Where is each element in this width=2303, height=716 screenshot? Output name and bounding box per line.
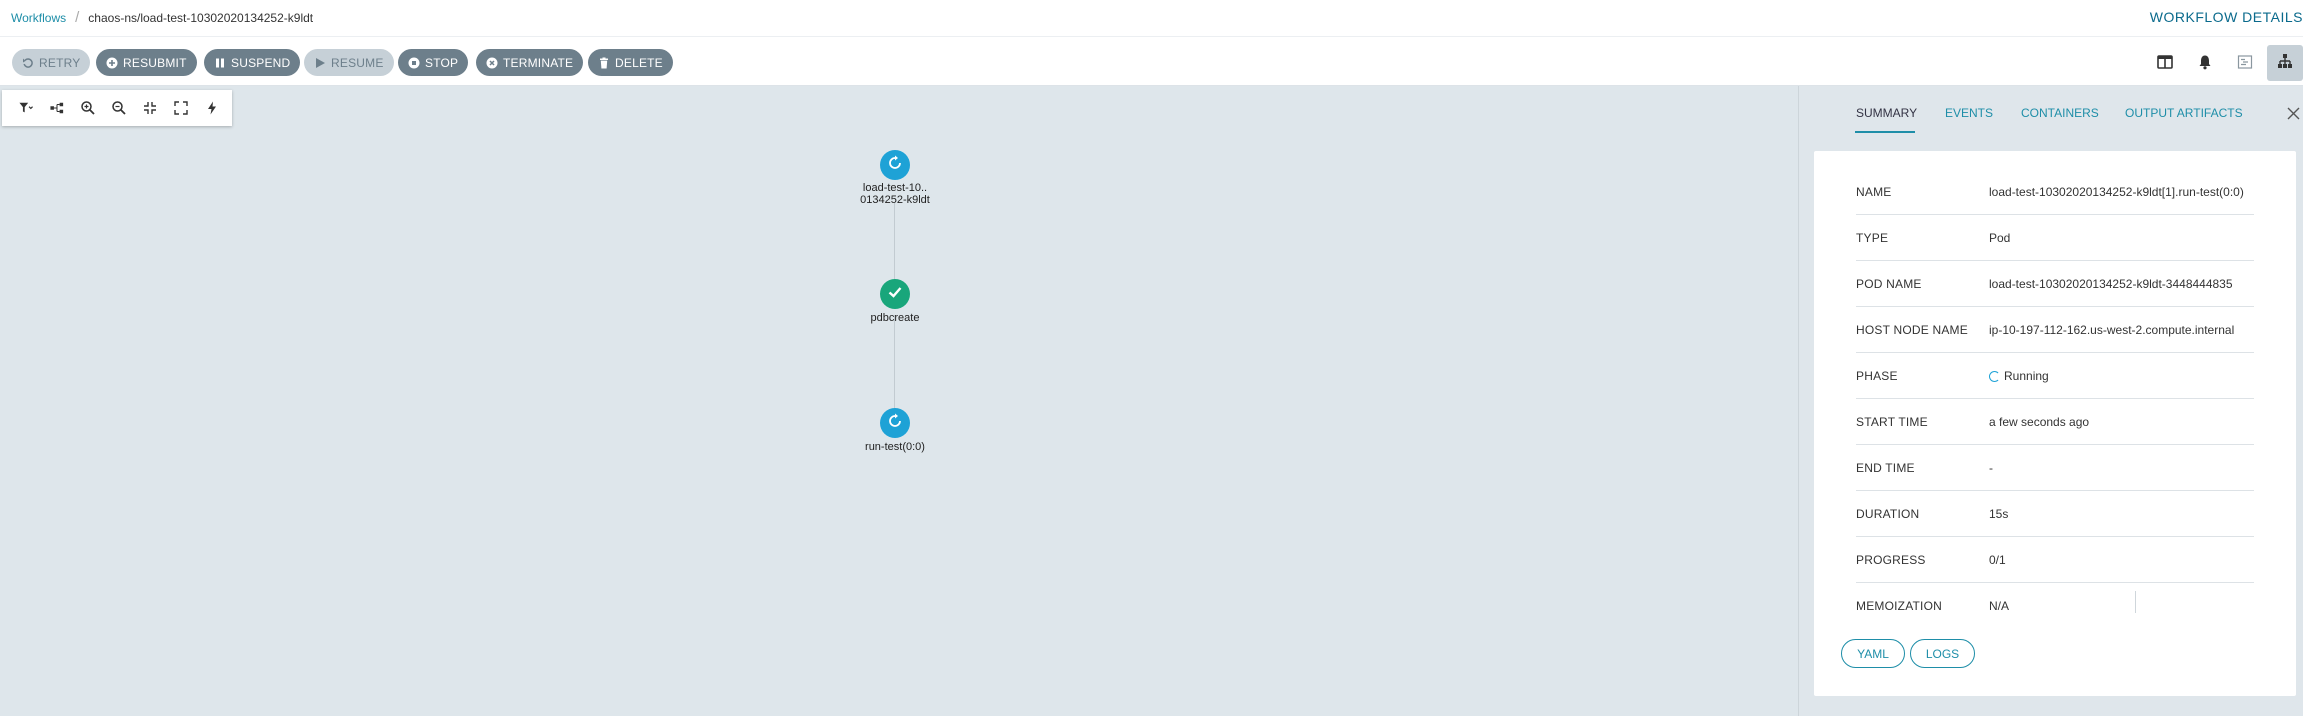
bell-icon[interactable]: [2194, 52, 2216, 72]
resubmit-label: RESUBMIT: [123, 55, 187, 70]
refresh-icon: [887, 413, 903, 434]
active-tab-indicator: [1855, 131, 1915, 133]
field-label: TYPE: [1856, 231, 1889, 245]
split-view-icon[interactable]: [2154, 52, 2176, 72]
field-value: 0/1: [1989, 553, 2006, 567]
field-row-memoization: MEMOIZATION N/A: [1856, 583, 2254, 629]
summary-card: NAME load-test-10302020134252-k9ldt[1].r…: [1814, 151, 2296, 696]
graph-node-pdbcreate[interactable]: [880, 279, 910, 309]
graph-node-label: pdbcreate: [870, 312, 920, 324]
suspend-label: SUSPEND: [231, 55, 291, 70]
tab-output-artifacts[interactable]: OUTPUT ARTIFACTS: [2125, 106, 2243, 120]
field-row-phase: PHASE Running: [1856, 353, 2254, 399]
graph-node-label: load-test-10.. 0134252-k9ldt: [860, 182, 930, 206]
retry-label: RETRY: [39, 55, 81, 70]
delete-button[interactable]: DELETE: [588, 49, 673, 76]
terminate-button[interactable]: TERMINATE: [476, 49, 584, 76]
bolt-icon[interactable]: [196, 93, 227, 123]
graph-icon: [2277, 53, 2293, 74]
phase-status: Running: [1989, 369, 2049, 383]
workflow-graph[interactable]: load-test-10.. 0134252-k9ldt pdbcreate r…: [0, 86, 1798, 716]
field-row-pod-name: POD NAME load-test-10302020134252-k9ldt-…: [1856, 261, 2254, 307]
field-value: N/A: [1989, 599, 2010, 613]
expand-icon[interactable]: [165, 93, 196, 123]
refresh-icon: [887, 155, 903, 176]
graph-view-button[interactable]: [2267, 45, 2303, 81]
field-value: -: [1989, 461, 1993, 475]
field-row-name: NAME load-test-10302020134252-k9ldt[1].r…: [1856, 169, 2254, 215]
resume-label: RESUME: [331, 55, 384, 70]
graph-node-load-test[interactable]: [880, 150, 910, 180]
field-label: NAME: [1856, 185, 1892, 199]
breadcrumb-workflows-link[interactable]: Workflows: [11, 11, 66, 25]
field-row-start-time: START TIME a few seconds ago: [1856, 399, 2254, 445]
field-value: Pod: [1989, 231, 2011, 245]
field-value: load-test-10302020134252-k9ldt-344844483…: [1989, 277, 2233, 291]
plus-circle-icon: [106, 57, 118, 69]
tab-events[interactable]: EVENTS: [1945, 106, 1993, 120]
breadcrumb: Workflows / chaos-ns/load-test-103020201…: [11, 9, 313, 26]
field-row-progress: PROGRESS 0/1: [1856, 537, 2254, 583]
play-icon: [314, 57, 326, 69]
times-circle-icon: [486, 57, 498, 69]
resubmit-button[interactable]: RESUBMIT: [96, 49, 197, 76]
field-value: ip-10-197-112-162.us-west-2.compute.inte…: [1989, 323, 2235, 337]
logs-button[interactable]: LOGS: [1910, 639, 1975, 668]
layout-icon[interactable]: [41, 93, 72, 123]
tab-summary[interactable]: SUMMARY: [1856, 106, 1917, 120]
field-label: START TIME: [1856, 415, 1928, 429]
page-header: Workflows / chaos-ns/load-test-103020201…: [0, 0, 2303, 36]
graph-edge: [894, 315, 895, 415]
field-label: PHASE: [1856, 369, 1898, 383]
pause-icon: [214, 57, 226, 69]
tab-containers[interactable]: CONTAINERS: [2021, 106, 2099, 120]
page-title: WORKFLOW DETAILS: [2149, 9, 2303, 25]
field-value: a few seconds ago: [1989, 415, 2090, 429]
trash-icon: [598, 57, 610, 69]
compress-icon[interactable]: [134, 93, 165, 123]
node-details-panel: SUMMARY EVENTS CONTAINERS OUTPUT ARTIFAC…: [1798, 86, 2303, 716]
close-icon[interactable]: [2287, 107, 2300, 120]
stop-button[interactable]: STOP: [398, 49, 469, 76]
graph-node-run-test[interactable]: [880, 408, 910, 438]
breadcrumb-current: chaos-ns/load-test-10302020134252-k9ldt: [88, 10, 314, 25]
running-status-icon: [1989, 370, 2000, 382]
field-label: HOST NODE NAME: [1856, 323, 1968, 337]
action-toolbar: RETRY RESUBMIT SUSPEND RESUME STOP TERMI…: [0, 36, 2303, 86]
graph-node-label: run-test(0:0): [865, 441, 925, 453]
field-row-type: TYPE Pod: [1856, 215, 2254, 261]
delete-label: DELETE: [615, 55, 663, 70]
field-label: MEMOIZATION: [1856, 599, 1942, 613]
divider: [2135, 591, 2136, 613]
graph-toolbar: [2, 90, 232, 126]
graph-edge: [894, 202, 895, 285]
check-icon: [887, 284, 903, 305]
field-value: 15s: [1989, 507, 2009, 521]
field-label: END TIME: [1856, 461, 1915, 475]
field-value: Running: [2004, 369, 2049, 383]
suspend-button[interactable]: SUSPEND: [204, 49, 301, 76]
field-row-end-time: END TIME -: [1856, 445, 2254, 491]
field-row-host-node-name: HOST NODE NAME ip-10-197-112-162.us-west…: [1856, 307, 2254, 353]
undo-icon: [22, 57, 34, 69]
zoom-out-icon[interactable]: [103, 93, 134, 123]
zoom-in-icon[interactable]: [72, 93, 103, 123]
stop-circle-icon: [408, 57, 420, 69]
field-row-duration: DURATION 15s: [1856, 491, 2254, 537]
field-label: PROGRESS: [1856, 553, 1926, 567]
filter-icon[interactable]: [10, 93, 41, 123]
resume-button[interactable]: RESUME: [304, 49, 394, 76]
field-value: load-test-10302020134252-k9ldt[1].run-te…: [1989, 185, 2244, 199]
field-label: DURATION: [1856, 507, 1920, 521]
retry-button[interactable]: RETRY: [12, 49, 91, 76]
field-label: POD NAME: [1856, 277, 1922, 291]
yaml-button[interactable]: YAML: [1841, 639, 1905, 668]
breadcrumb-separator: /: [75, 9, 80, 26]
timeline-icon[interactable]: [2234, 52, 2256, 72]
stop-label: STOP: [425, 55, 459, 70]
terminate-label: TERMINATE: [503, 55, 574, 70]
details-tabs: SUMMARY EVENTS CONTAINERS OUTPUT ARTIFAC…: [1799, 86, 2303, 136]
